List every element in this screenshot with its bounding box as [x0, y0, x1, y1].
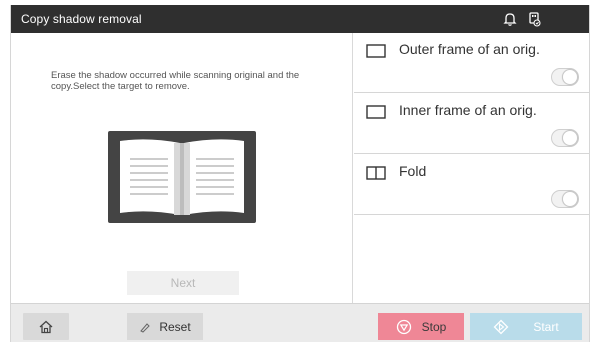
bell-icon[interactable] — [501, 10, 519, 28]
home-button[interactable] — [23, 313, 69, 340]
instruction-text: Erase the shadow occurred while scanning… — [51, 70, 300, 92]
next-button[interactable]: Next — [127, 271, 239, 295]
stop-label: Stop — [421, 319, 447, 334]
reset-button[interactable]: Reset — [127, 313, 203, 340]
usb-icon[interactable] — [525, 10, 543, 28]
start-label: Start — [533, 319, 559, 334]
outer-frame-toggle[interactable] — [551, 68, 579, 86]
fold-icon — [366, 166, 386, 180]
option-list: Outer frame of an orig. Inner frame of a… — [354, 33, 589, 303]
open-book-icon — [108, 131, 256, 223]
copy-shadow-removal-screen: Copy shadow removal Erase the shadow occ… — [10, 5, 590, 342]
option-fold[interactable]: Fold — [354, 155, 589, 215]
home-icon — [39, 320, 53, 334]
start-button[interactable]: Start — [470, 313, 582, 340]
title-bar: Copy shadow removal — [11, 5, 589, 33]
eraser-icon — [140, 322, 151, 333]
window-title: Copy shadow removal — [21, 12, 142, 26]
option-inner-frame[interactable]: Inner frame of an orig. — [354, 94, 589, 154]
toggle-knob — [562, 69, 578, 85]
option-label: Inner frame of an orig. — [399, 102, 537, 118]
reset-label: Reset — [159, 319, 191, 334]
outer-frame-icon — [366, 44, 386, 58]
option-label: Outer frame of an orig. — [399, 41, 540, 57]
start-icon — [493, 319, 509, 334]
option-outer-frame[interactable]: Outer frame of an orig. — [354, 33, 589, 93]
inner-frame-icon — [366, 105, 386, 119]
left-panel: Erase the shadow occurred while scanning… — [11, 33, 353, 303]
bottom-bar: Reset Stop Start — [11, 303, 589, 342]
stop-button[interactable]: Stop — [378, 313, 464, 340]
inner-frame-toggle[interactable] — [551, 129, 579, 147]
toggle-knob — [562, 130, 578, 146]
toggle-knob — [562, 191, 578, 207]
stop-icon — [396, 319, 411, 334]
option-label: Fold — [399, 163, 427, 179]
fold-toggle[interactable] — [551, 190, 579, 208]
